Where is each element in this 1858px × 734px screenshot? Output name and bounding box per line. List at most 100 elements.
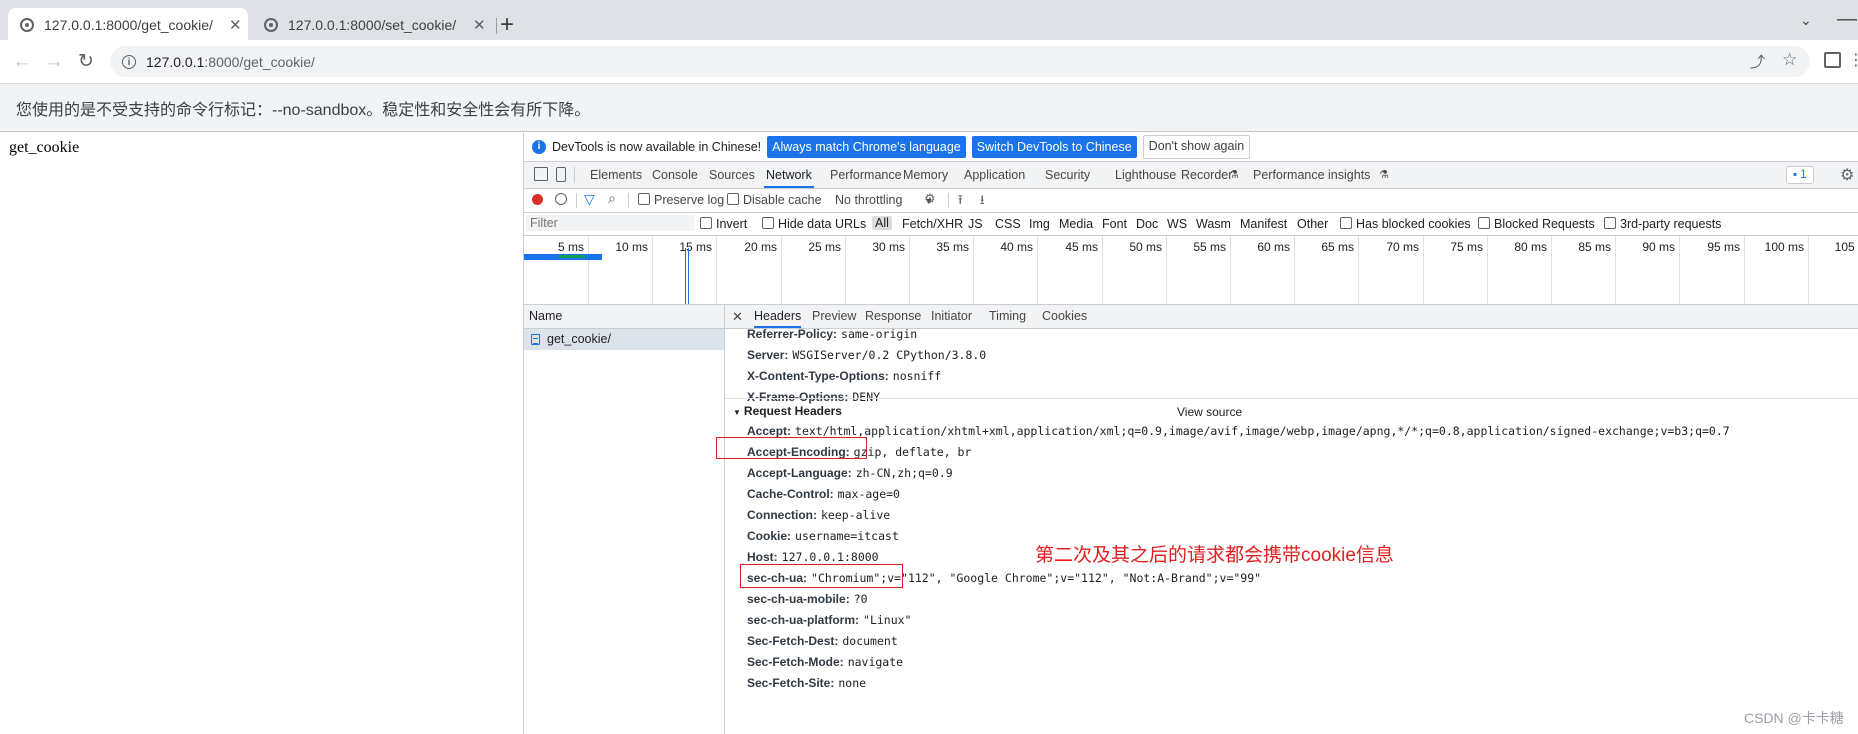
tab-performance-insights[interactable]: Performance insights [1253, 162, 1370, 188]
tab-response[interactable]: Response [865, 305, 921, 328]
inspect-element-icon[interactable] [534, 167, 548, 181]
name-column-header[interactable]: Name [524, 305, 724, 329]
toolbar-divider [574, 167, 575, 183]
checkbox-box[interactable] [638, 193, 650, 205]
header-value: same-origin [841, 327, 918, 341]
tab-application[interactable]: Application [964, 162, 1025, 188]
side-panel-icon[interactable] [1824, 52, 1841, 68]
dont-show-again-button[interactable]: Don't show again [1142, 135, 1251, 159]
tab-timing[interactable]: Timing [989, 305, 1026, 328]
type-filter-ws[interactable]: WS [1167, 217, 1187, 231]
request-row-get-cookie[interactable]: get_cookie/ [524, 329, 724, 350]
tab-lighthouse[interactable]: Lighthouse [1115, 162, 1176, 188]
view-source-button[interactable]: View source [1177, 405, 1242, 419]
type-filter-media[interactable]: Media [1059, 217, 1093, 231]
menu-kebab-icon[interactable]: ⋮ [1848, 50, 1858, 70]
type-filter-font[interactable]: Font [1102, 217, 1127, 231]
blocked-requests-checkbox[interactable]: Blocked Requests [1478, 217, 1595, 231]
header-value: "Linux" [863, 613, 912, 627]
type-filter-other[interactable]: Other [1297, 217, 1328, 231]
has-blocked-cookies-checkbox[interactable]: Has blocked cookies [1340, 217, 1471, 231]
tab-get-cookie[interactable]: 127.0.0.1:8000/get_cookie/ ✕ [8, 8, 248, 41]
address-bar[interactable]: i 127.0.0.1:8000/get_cookie/ ⤴ ☆ [110, 46, 1810, 77]
checkbox-box[interactable] [727, 193, 739, 205]
settings-gear-icon[interactable]: ⚙ [1840, 165, 1854, 185]
tab-initiator[interactable]: Initiator [931, 305, 972, 328]
forward-arrow-icon[interactable]: → [40, 40, 68, 83]
clear-icon[interactable] [555, 193, 567, 205]
header-value: document [842, 634, 898, 648]
tab-performance[interactable]: Performance [830, 162, 902, 188]
bookmark-star-icon[interactable]: ☆ [1782, 50, 1797, 70]
back-arrow-icon[interactable]: ← [8, 40, 36, 83]
toolbar-divider [628, 193, 629, 208]
filter-funnel-icon[interactable]: ▽ [584, 191, 595, 208]
header-row: Cache-Control: max-age=0 [747, 487, 900, 501]
throttling-select[interactable]: No throttling ▼ [835, 193, 933, 207]
type-filter-all[interactable]: All [872, 216, 892, 230]
third-party-requests-checkbox[interactable]: 3rd-party requests [1604, 217, 1721, 231]
record-icon[interactable] [532, 194, 543, 205]
tab-search-chevron-icon[interactable]: ⌄ [1800, 12, 1812, 29]
export-har-icon[interactable]: ⭳ [980, 191, 985, 213]
new-tab-icon[interactable]: + [500, 8, 514, 41]
devtools-panel-tabs: Elements Console Sources Network Perform… [524, 162, 1858, 189]
tab-network[interactable]: Network [764, 162, 814, 188]
type-filter-wasm[interactable]: Wasm [1196, 217, 1231, 231]
request-list: Name get_cookie/ [524, 305, 725, 734]
share-icon[interactable]: ⤴ [1750, 51, 1765, 72]
tab-sources[interactable]: Sources [709, 162, 755, 188]
type-filter-js[interactable]: JS [968, 217, 983, 231]
import-har-icon[interactable]: ⭱ [958, 191, 963, 213]
device-toolbar-icon[interactable] [556, 167, 566, 182]
timeline-gridline [1102, 236, 1103, 304]
always-match-language-button[interactable]: Always match Chrome's language [767, 136, 966, 158]
request-headers-section-toggle[interactable]: ▼ Request Headers [733, 404, 842, 418]
timeline-tick-label: 100 ms [1764, 240, 1804, 254]
minimize-icon[interactable]: — [1837, 8, 1857, 31]
tab-set-cookie[interactable]: 127.0.0.1:8000/set_cookie/ ✕ [252, 8, 492, 41]
close-tab-icon[interactable]: ✕ [473, 16, 486, 34]
type-filter-fetch-xhr[interactable]: Fetch/XHR [902, 217, 963, 231]
network-conditions-icon[interactable]: ⚙ [924, 191, 936, 207]
checkbox-box[interactable] [700, 217, 712, 229]
tab-recorder[interactable]: Recorder [1181, 162, 1232, 188]
tab-elements[interactable]: Elements [590, 162, 642, 188]
header-name: X-Frame-Options: [747, 390, 849, 404]
tab-separator [496, 18, 497, 34]
close-tab-icon[interactable]: ✕ [229, 16, 242, 34]
reload-icon[interactable]: ↻ [72, 40, 100, 83]
preserve-log-checkbox[interactable]: Preserve log [638, 193, 724, 207]
site-info-icon[interactable]: i [122, 54, 136, 69]
checkbox-box[interactable] [1340, 217, 1352, 229]
header-value: none [838, 676, 867, 690]
hide-data-urls-checkbox[interactable]: Hide data URLs [762, 217, 866, 231]
close-detail-icon[interactable]: ✕ [732, 305, 743, 328]
switch-to-chinese-button[interactable]: Switch DevTools to Chinese [971, 136, 1137, 158]
checkbox-box[interactable] [1478, 217, 1490, 229]
type-filter-css[interactable]: CSS [995, 217, 1021, 231]
type-filter-img[interactable]: Img [1029, 217, 1050, 231]
type-filter-manifest[interactable]: Manifest [1240, 217, 1287, 231]
tab-headers[interactable]: Headers [754, 305, 802, 328]
highlight-box-request-headers [716, 437, 867, 459]
tab-console[interactable]: Console [652, 162, 698, 188]
checkbox-box[interactable] [1604, 217, 1616, 229]
invert-checkbox[interactable]: Invert [700, 217, 747, 231]
disable-cache-checkbox[interactable]: Disable cache [727, 193, 822, 207]
tab-cookies[interactable]: Cookies [1042, 305, 1087, 328]
type-filter-doc[interactable]: Doc [1136, 217, 1158, 231]
timeline-tick-label: 20 ms [744, 240, 777, 254]
timeline-gridline [1423, 236, 1424, 304]
header-row: Referrer-Policy: same-origin [747, 327, 917, 341]
timeline-tick-label: 35 ms [936, 240, 969, 254]
timeline-tick-label: 55 ms [1193, 240, 1226, 254]
tab-preview[interactable]: Preview [812, 305, 856, 328]
checkbox-box[interactable] [762, 217, 774, 229]
search-icon[interactable]: ⌕ [608, 190, 616, 207]
watermark: CSDN @卡卡糖 [1744, 710, 1844, 726]
tab-memory[interactable]: Memory [903, 162, 948, 188]
tab-security[interactable]: Security [1045, 162, 1090, 188]
filter-input[interactable] [526, 215, 694, 231]
issues-counter[interactable]: ▪ 1 [1786, 166, 1814, 184]
